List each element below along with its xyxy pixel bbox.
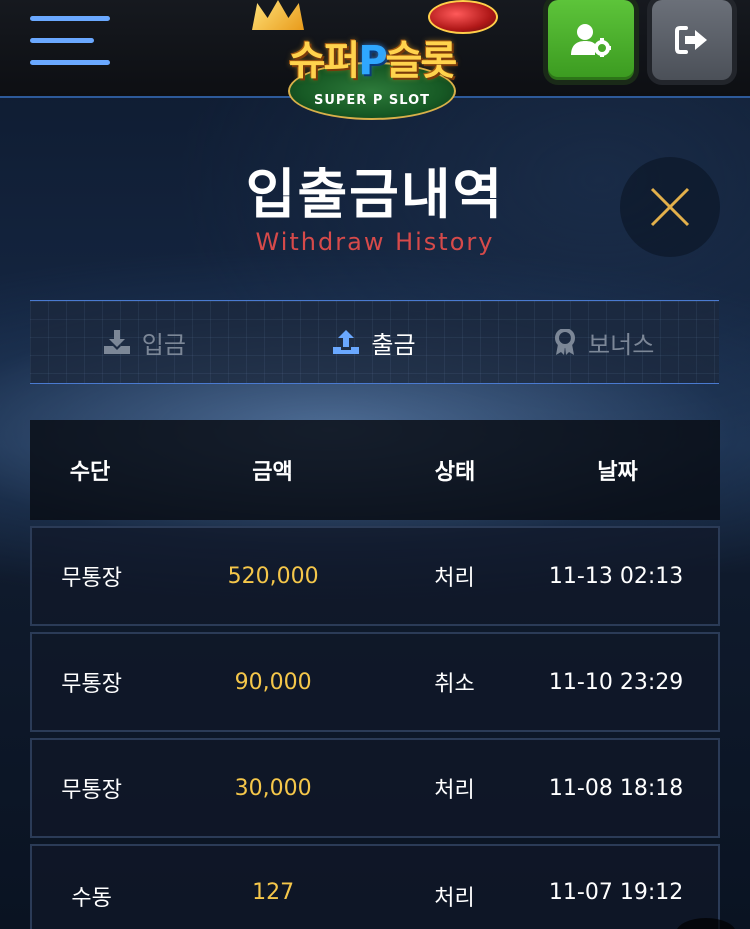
table-row[interactable]: 무통장 520,000 처리 11-13 02:13 [30,526,720,626]
logo-subtitle: SUPER P SLOT [313,93,431,108]
table-row[interactable]: 수동 127 처리 11-07 19:12 [30,844,720,929]
row-method: 무통장 [61,778,123,803]
tab-deposit[interactable]: 입금 [30,301,260,383]
menu-line [30,38,94,43]
row-date: 11-10 23:29 [548,669,684,695]
logo-wordmark: 슈퍼P슬롯 [238,28,506,86]
row-status: 처리 [434,566,475,591]
row-amount: 90,000 [234,669,312,695]
column-header-date: 날짜 [597,460,638,485]
download-icon [103,330,130,354]
row-date: 11-07 19:12 [548,880,684,905]
column-header-method: 수단 [69,460,111,485]
tab-bonus-label: 보너스 [588,330,655,359]
row-status: 취소 [434,672,475,697]
table-row[interactable]: 무통장 30,000 처리 11-08 18:18 [30,738,720,838]
hamburger-menu-icon[interactable] [30,16,110,68]
column-header-amount: 금액 [252,460,293,485]
table-row[interactable]: 무통장 90,000 취소 11-10 23:29 [30,632,720,732]
row-method: 수동 [71,886,112,911]
row-date: 11-08 18:18 [548,775,684,801]
row-amount: 520,000 [227,563,319,589]
row-status: 처리 [434,778,475,803]
tab-withdraw[interactable]: 출금 [260,301,490,383]
logo-crown-icon [252,0,304,30]
row-amount: 127 [252,880,295,905]
row-date: 11-13 02:13 [548,563,684,589]
row-method: 무통장 [61,672,123,697]
logo-text-left: 슈퍼 [288,38,361,84]
close-icon [650,187,690,227]
tab-withdraw-label: 출금 [371,330,416,359]
column-header-status: 상태 [434,460,476,485]
award-icon [555,329,576,355]
user-gear-icon [571,24,611,57]
tab-bonus[interactable]: 보너스 [489,301,719,383]
logout-button[interactable] [652,0,732,80]
menu-line [30,60,110,65]
row-method: 무통장 [61,566,123,591]
profile-settings-button[interactable] [548,0,634,80]
row-amount: 30,000 [234,775,312,801]
upload-icon [333,330,360,354]
menu-line [30,16,110,21]
close-button[interactable] [620,157,720,257]
top-bar: 슈퍼P슬롯 SUPER P SLOT [0,0,750,120]
row-status: 처리 [434,886,475,911]
sign-out-icon [675,26,707,54]
logo-text-p: P [358,38,387,84]
table-header: 수단 금액 상태 날짜 [30,420,720,520]
tab-deposit-label: 입금 [141,330,186,359]
history-tabs: 입금 출금 보너스 [30,300,719,384]
logo-text-right: 슬롯 [385,38,458,84]
site-logo[interactable]: 슈퍼P슬롯 SUPER P SLOT [232,0,512,122]
